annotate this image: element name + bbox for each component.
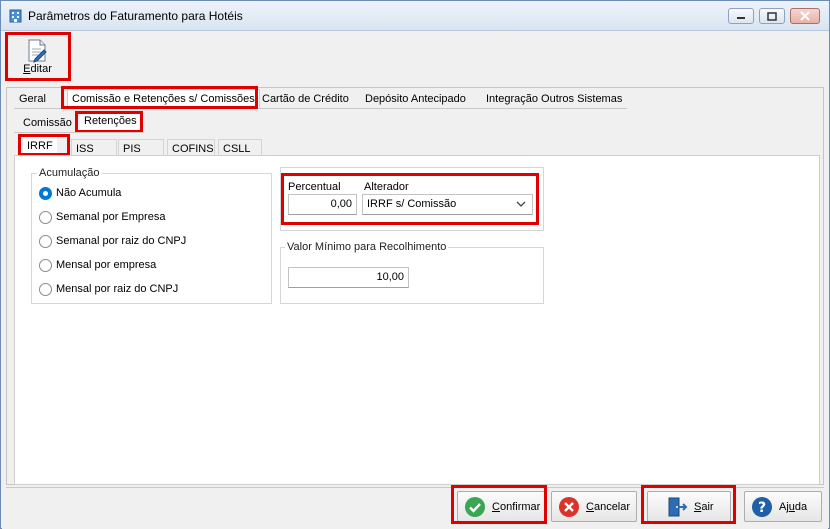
radio-mensal-raiz-cnpj[interactable]: Mensal por raiz do CNPJ: [39, 281, 178, 297]
radio-semanal-raiz-cnpj[interactable]: Semanal por raiz do CNPJ: [39, 233, 186, 249]
radio-semanal-empresa[interactable]: Semanal por Empresa: [39, 209, 165, 225]
check-circle-icon: [465, 496, 485, 517]
footer-divider: [6, 487, 824, 488]
cancel-circle-icon: [559, 496, 579, 517]
minimize-button[interactable]: [728, 8, 754, 24]
alterador-value: IRRF s/ Comissão: [367, 198, 457, 210]
window-title: Parâmetros do Faturamento para Hotéis: [28, 9, 243, 23]
tab-deposito-antecipado[interactable]: Depósito Antecipado: [361, 90, 470, 109]
radio-label: Não Acumula: [56, 187, 122, 199]
radio-indicator: [39, 258, 52, 272]
tab-retencoes[interactable]: Retenções: [80, 112, 141, 131]
radio-mensal-empresa[interactable]: Mensal por empresa: [39, 257, 156, 273]
subtab-divider: [14, 132, 144, 133]
radio-indicator: [39, 186, 52, 200]
radio-indicator: [39, 234, 52, 248]
maximize-button[interactable]: [759, 8, 785, 24]
cancel-button[interactable]: Cancelar: [551, 491, 637, 522]
cancel-label: Cancelar: [586, 500, 631, 513]
radio-label: Semanal por Empresa: [56, 211, 166, 223]
tab-irrf[interactable]: IRRF: [23, 137, 57, 156]
radio-indicator: [39, 210, 52, 224]
acumulacao-title: Acumulação: [37, 167, 102, 179]
valor-minimo-input[interactable]: 10,00: [288, 267, 409, 288]
title-bar: Parâmetros do Faturamento para Hotéis: [1, 1, 829, 31]
confirm-label: Confirmar: [492, 500, 541, 513]
radio-nao-acumula[interactable]: Não Acumula: [39, 185, 121, 201]
tabstrip-divider: [14, 108, 627, 109]
building-icon: [9, 9, 22, 23]
radio-indicator: [39, 282, 52, 296]
exit-label: Sair: [694, 500, 714, 513]
confirm-button[interactable]: Confirmar: [457, 491, 545, 522]
radio-label: Mensal por raiz do CNPJ: [56, 283, 179, 295]
alterador-select[interactable]: IRRF s/ Comissão: [362, 194, 533, 215]
tab-comissao-retencoes[interactable]: Comissão e Retenções s/ Comissões: [67, 89, 260, 109]
status-bar: [2, 525, 828, 529]
chevron-down-icon: [516, 201, 526, 207]
help-circle-icon: ?: [752, 496, 772, 517]
app-window: Parâmetros do Faturamento para Hotéis Ed…: [0, 0, 830, 529]
valor-minimo-title: Valor Mínimo para Recolhimento: [285, 241, 449, 253]
help-label: Ajuda: [779, 500, 808, 513]
exit-door-icon: [668, 497, 688, 516]
alterador-label: Alterador: [364, 181, 409, 193]
percentual-input[interactable]: 0,00: [288, 194, 357, 215]
percentual-label: Percentual: [288, 181, 341, 193]
edit-document-icon: [28, 39, 47, 63]
maximize-icon: [767, 11, 777, 21]
edit-button-label: Editar: [23, 63, 52, 75]
tab-geral[interactable]: Geral: [15, 90, 50, 109]
exit-button[interactable]: Sair: [647, 491, 731, 522]
close-icon: [800, 11, 810, 21]
svg-text:?: ?: [758, 500, 766, 516]
help-button[interactable]: ? Ajuda: [744, 491, 822, 522]
tab-comissao[interactable]: Comissão: [19, 114, 76, 133]
toolbar: [2, 31, 828, 81]
edit-button[interactable]: Editar: [9, 36, 66, 78]
minimize-icon: [737, 17, 745, 19]
radio-label: Semanal por raiz do CNPJ: [56, 235, 187, 247]
radio-label: Mensal por empresa: [56, 259, 157, 271]
tab-cartao-credito[interactable]: Cartão de Crédito: [258, 90, 353, 109]
close-button[interactable]: [790, 8, 820, 24]
tab-integracao-outros[interactable]: Integração Outros Sistemas: [482, 90, 626, 109]
